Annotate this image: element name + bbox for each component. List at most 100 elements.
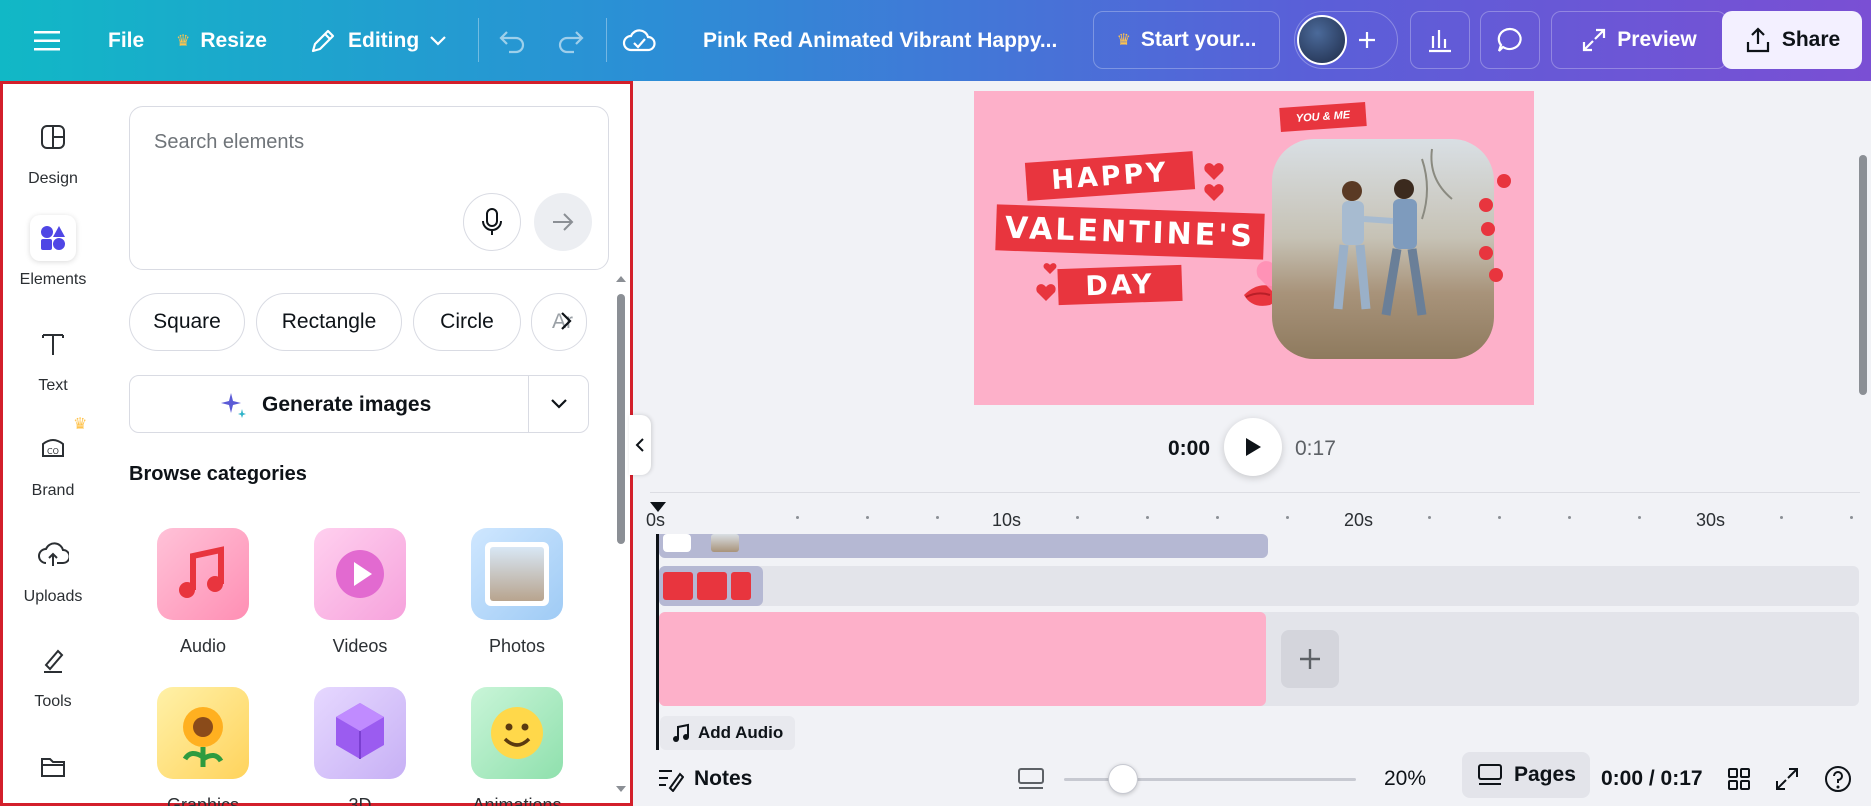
cube-icon	[314, 687, 406, 779]
share-button[interactable]: Share	[1722, 11, 1862, 69]
category-3d[interactable]: 3D	[290, 687, 430, 806]
file-menu[interactable]: File	[108, 0, 144, 81]
rail-label: Elements	[19, 271, 87, 288]
add-page-button[interactable]	[1281, 630, 1339, 688]
category-label: 3D	[348, 795, 372, 806]
rail-item-design[interactable]: Design	[3, 114, 103, 188]
generate-images-button[interactable]: Generate images	[129, 375, 589, 433]
timeline-top-line	[650, 492, 1860, 493]
panel-scrollbar[interactable]	[614, 274, 628, 794]
timeline: 0s 10s 20s 30s	[646, 490, 1860, 752]
rail-item-elements[interactable]: Elements	[3, 215, 103, 289]
help-button[interactable]	[1823, 752, 1853, 806]
search-submit-button[interactable]	[534, 193, 592, 251]
notes-button[interactable]: Notes	[656, 752, 752, 806]
fullscreen-button[interactable]	[1774, 752, 1800, 806]
hamburger-icon	[34, 30, 60, 50]
tick-dot	[1780, 516, 1783, 519]
design-icon	[30, 114, 76, 160]
folder-icon	[30, 744, 76, 790]
generate-options-dropdown[interactable]	[529, 376, 589, 432]
play-button[interactable]	[1224, 418, 1282, 476]
scroll-up-icon	[616, 276, 626, 282]
voice-search-button[interactable]	[463, 193, 521, 251]
photo-track-clip[interactable]	[659, 534, 1268, 558]
arrow-right-icon	[553, 213, 574, 231]
chip-square[interactable]: Square	[129, 293, 245, 351]
tick-dot	[1216, 516, 1219, 519]
photo-icon	[471, 528, 563, 620]
help-icon	[1825, 766, 1851, 792]
rail-label: Text	[38, 377, 68, 394]
rail-item-tools[interactable]: Tools	[3, 637, 103, 711]
playback-time: 0:00 / 0:17	[1601, 767, 1703, 790]
tick-label: 10s	[992, 510, 1022, 530]
chip-rectangle[interactable]: Rectangle	[256, 293, 402, 351]
zoom-slider-thumb[interactable]	[1108, 764, 1138, 794]
canvas-scrollbar[interactable]	[1859, 155, 1867, 395]
pages-button[interactable]: Pages	[1462, 752, 1590, 798]
share-upload-icon	[1746, 27, 1769, 53]
preview-button[interactable]: Preview	[1551, 11, 1727, 69]
category-audio[interactable]: Audio	[133, 528, 273, 657]
playhead-handle[interactable]	[648, 500, 668, 514]
category-videos[interactable]: Videos	[290, 528, 430, 657]
side-rail: Design Elements Text CO Brand ♛ Uploads	[3, 84, 103, 803]
collapse-panel-button[interactable]	[629, 415, 651, 475]
tick-dot	[796, 516, 799, 519]
crown-icon: ♛	[176, 32, 191, 50]
chip-circle[interactable]: Circle	[413, 293, 521, 351]
category-animations[interactable]: Animations	[447, 687, 587, 806]
photo-thumbnail	[711, 534, 739, 552]
add-audio-button[interactable]: Add Audio	[660, 716, 796, 750]
rail-item-uploads[interactable]: Uploads	[3, 532, 103, 606]
grid-view-button[interactable]	[1726, 752, 1752, 806]
category-label: Videos	[332, 636, 388, 656]
pages-label: Pages	[1514, 763, 1576, 786]
menu-button[interactable]	[34, 0, 60, 81]
crown-icon: ♛	[73, 416, 88, 433]
avatar[interactable]	[1297, 15, 1347, 65]
elements-icon	[30, 215, 76, 261]
cloud-save-button[interactable]	[622, 0, 656, 81]
rail-item-brand[interactable]: CO Brand	[3, 426, 103, 500]
generate-images-content: Generate images	[218, 376, 431, 434]
tick-dot	[1146, 516, 1149, 519]
insights-button[interactable]	[1410, 11, 1470, 69]
collaborators-group[interactable]	[1294, 11, 1398, 69]
category-label: Audio	[179, 636, 227, 656]
search-input[interactable]: Search elements	[154, 131, 304, 154]
editing-label: Editing	[348, 28, 420, 52]
scrollbar-thumb[interactable]	[617, 294, 625, 544]
total-duration: 0:17	[1295, 437, 1336, 460]
design-title[interactable]: Pink Red Animated Vibrant Happy...	[703, 0, 1057, 81]
chevron-right-icon	[561, 312, 572, 330]
microphone-icon	[482, 208, 502, 235]
design-canvas[interactable]: HAPPY VALENTINE'S DAY YOU & ME	[974, 91, 1534, 405]
editing-mode-dropdown[interactable]: Editing	[308, 0, 447, 81]
start-trial-button[interactable]: ♛ Start your...	[1093, 11, 1280, 69]
tick-dot	[1428, 516, 1431, 519]
resize-button[interactable]: ♛ Resize	[176, 0, 267, 81]
chips-scroll-right-button[interactable]	[559, 310, 573, 337]
uploads-icon	[30, 532, 76, 578]
category-label: Graphics	[166, 795, 240, 806]
play-icon	[314, 528, 406, 620]
grid-icon	[1728, 768, 1750, 790]
generate-images-label: Generate images	[262, 393, 432, 416]
rail-label: Tools	[34, 693, 72, 710]
search-elements-box[interactable]: Search elements	[129, 106, 609, 270]
redo-button[interactable]	[556, 0, 586, 81]
rail-item-text[interactable]: Text	[3, 321, 103, 395]
rail-label: Uploads	[23, 588, 83, 605]
comments-button[interactable]	[1480, 11, 1540, 69]
text-track-clip[interactable]	[659, 566, 763, 606]
rail-item-projects[interactable]	[3, 744, 103, 790]
category-graphics[interactable]: Graphics	[133, 687, 273, 806]
zoom-level[interactable]: 20%	[1384, 752, 1426, 806]
undo-button[interactable]	[497, 0, 527, 81]
page-clip[interactable]	[659, 612, 1266, 706]
category-photos[interactable]: Photos	[447, 528, 587, 657]
couple-photo[interactable]	[1272, 139, 1494, 359]
timeline-view-toggle[interactable]	[1016, 752, 1046, 806]
